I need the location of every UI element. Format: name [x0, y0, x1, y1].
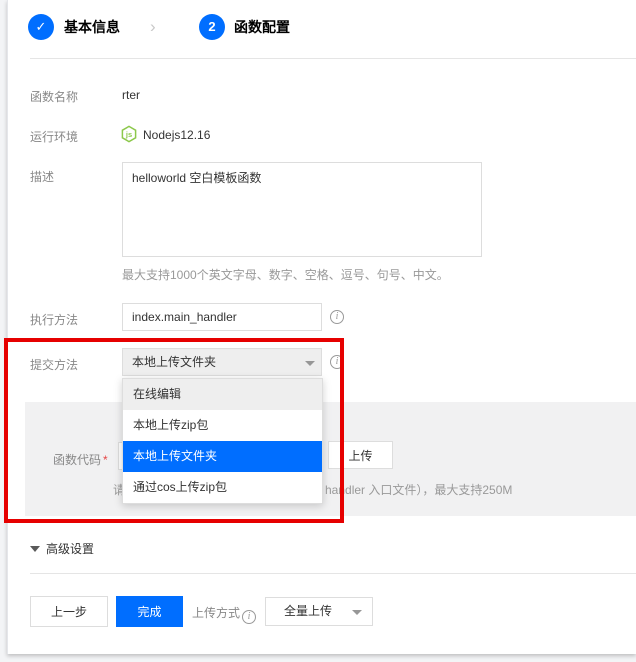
description-textarea[interactable]: helloworld 空白模板函数 [122, 162, 482, 257]
description-label: 描述 [30, 168, 54, 185]
upload-mode-label: 上传方式 [192, 606, 240, 620]
advanced-settings-toggle[interactable]: 高级设置 [30, 540, 94, 558]
function-code-label: 函数代码* [53, 451, 108, 469]
triangle-down-icon [30, 546, 40, 552]
finish-button[interactable]: 完成 [116, 596, 183, 627]
function-code-hint: handler 入口文件），最大支持250M [325, 481, 512, 498]
runtime-value: Nodejs12.16 [143, 128, 210, 142]
function-name-label: 函数名称 [30, 88, 78, 105]
previous-step-button[interactable]: 上一步 [30, 596, 108, 627]
required-asterisk: * [103, 453, 108, 467]
handler-input[interactable] [122, 303, 322, 331]
chevron-right-icon: › [150, 14, 156, 40]
handler-info-icon[interactable]: i [330, 310, 344, 324]
dropdown-option-online-edit[interactable]: 在线编辑 [123, 379, 322, 410]
svg-text:js: js [125, 130, 132, 139]
submit-method-label: 提交方法 [30, 356, 78, 373]
dropdown-option-local-zip[interactable]: 本地上传zip包 [123, 410, 322, 441]
step1-done-circle: ✓ [28, 14, 54, 40]
submit-method-value: 本地上传文件夹 [132, 355, 216, 369]
submit-method-dropdown: 在线编辑 本地上传zip包 本地上传文件夹 通过cos上传zip包 [122, 378, 323, 504]
description-hint: 最大支持1000个英文字母、数字、空格、逗号、句号、中文。 [122, 266, 449, 283]
chevron-down-icon [352, 610, 362, 615]
upload-mode-value: 全量上传 [284, 604, 332, 618]
upload-mode-select[interactable]: 全量上传 [265, 597, 373, 626]
runtime-label: 运行环境 [30, 128, 78, 145]
handler-label: 执行方法 [30, 311, 78, 328]
footer-divider [30, 573, 636, 574]
nodejs-icon: js [120, 125, 138, 143]
step1-label: 基本信息 [64, 14, 120, 40]
submit-method-info-icon[interactable]: i [330, 355, 344, 369]
header-divider [30, 58, 636, 59]
step2-label: 函数配置 [234, 14, 290, 40]
upload-button[interactable]: 上传 [328, 441, 393, 469]
upload-mode-label-wrap: 上传方式i [192, 604, 256, 622]
function-name-value: rter [122, 88, 140, 102]
dropdown-option-cos-zip[interactable]: 通过cos上传zip包 [123, 472, 322, 503]
dropdown-option-local-folder[interactable]: 本地上传文件夹 [123, 441, 322, 472]
upload-mode-info-icon[interactable]: i [242, 610, 256, 624]
chevron-down-icon [305, 361, 315, 366]
check-icon: ✓ [36, 19, 47, 34]
submit-method-select[interactable]: 本地上传文件夹 [122, 348, 322, 376]
step2-number: 2 [208, 19, 215, 34]
step2-number-circle: 2 [199, 14, 225, 40]
advanced-settings-label: 高级设置 [46, 542, 94, 556]
